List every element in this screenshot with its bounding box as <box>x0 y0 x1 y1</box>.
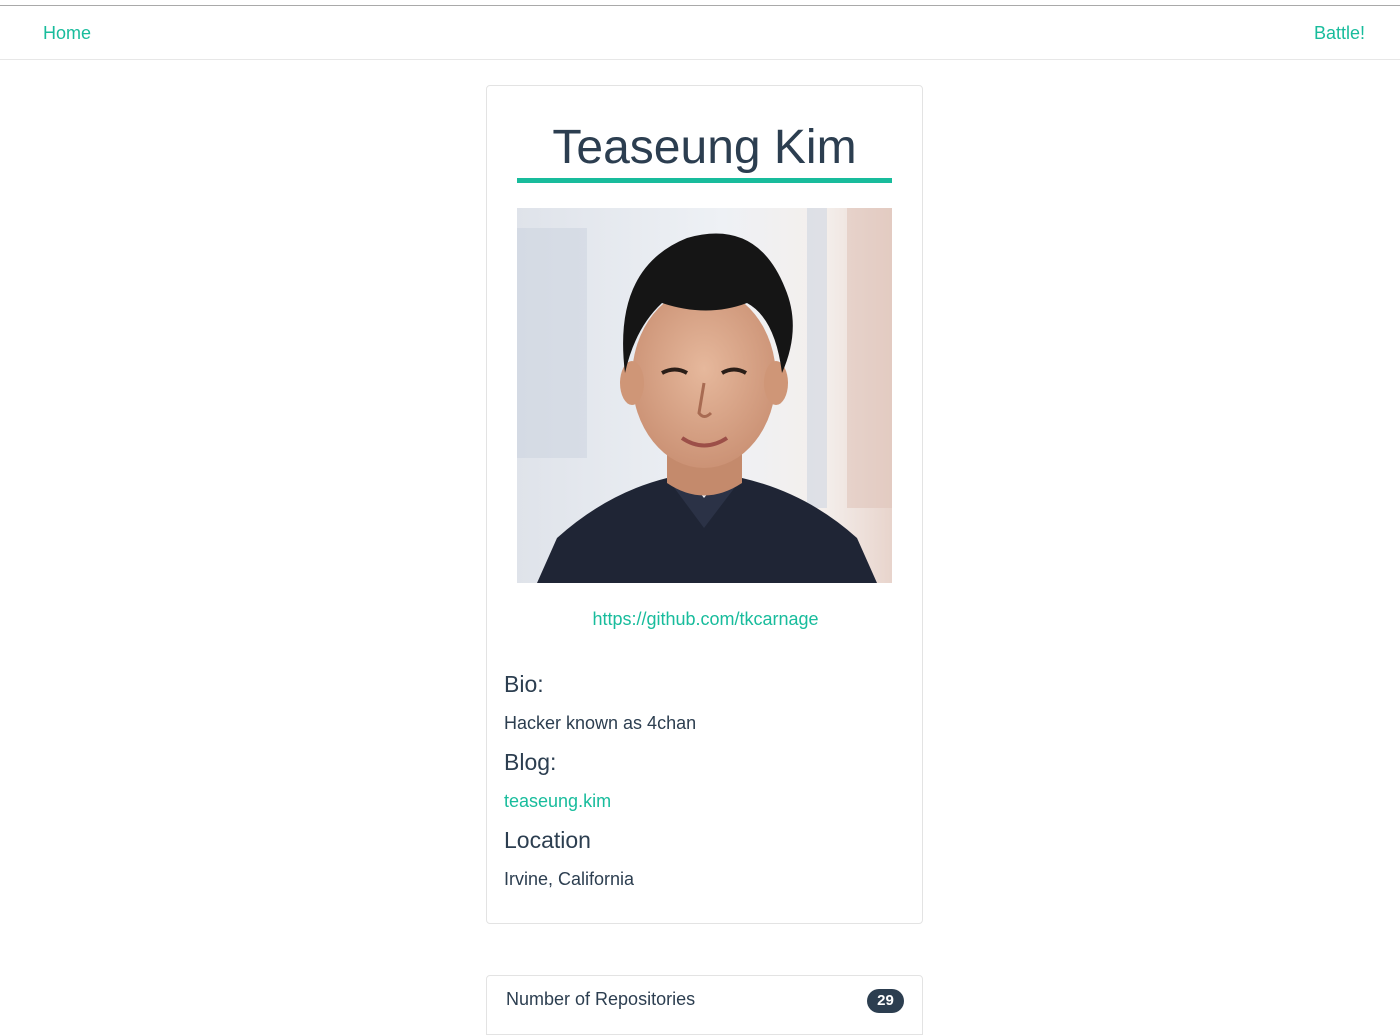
bio-title: Bio: <box>504 671 544 697</box>
bio-value: Hacker known as 4chan <box>504 713 697 733</box>
github-profile-link[interactable]: https://github.com/tkcarnage <box>487 609 924 630</box>
nav-home-link[interactable]: Home <box>43 21 91 45</box>
location-title: Location <box>504 827 591 853</box>
profile-card: Teaseung Kim https://github.com/tkcarnag… <box>486 85 923 924</box>
profile-name: Teaseung Kim <box>552 121 857 174</box>
blog-title: Blog: <box>504 749 557 775</box>
blog-link[interactable]: teaseung.kim <box>504 791 611 812</box>
location-value: Irvine, California <box>504 869 635 889</box>
repositories-count-badge: 29 <box>867 989 904 1013</box>
name-underline <box>517 178 892 183</box>
avatar-photo-icon <box>517 208 892 583</box>
avatar <box>517 208 892 583</box>
top-navbar: Home Battle! <box>0 6 1400 60</box>
nav-battle-link[interactable]: Battle! <box>1314 21 1365 45</box>
stats-card: Number of Repositories 29 <box>486 975 923 1035</box>
